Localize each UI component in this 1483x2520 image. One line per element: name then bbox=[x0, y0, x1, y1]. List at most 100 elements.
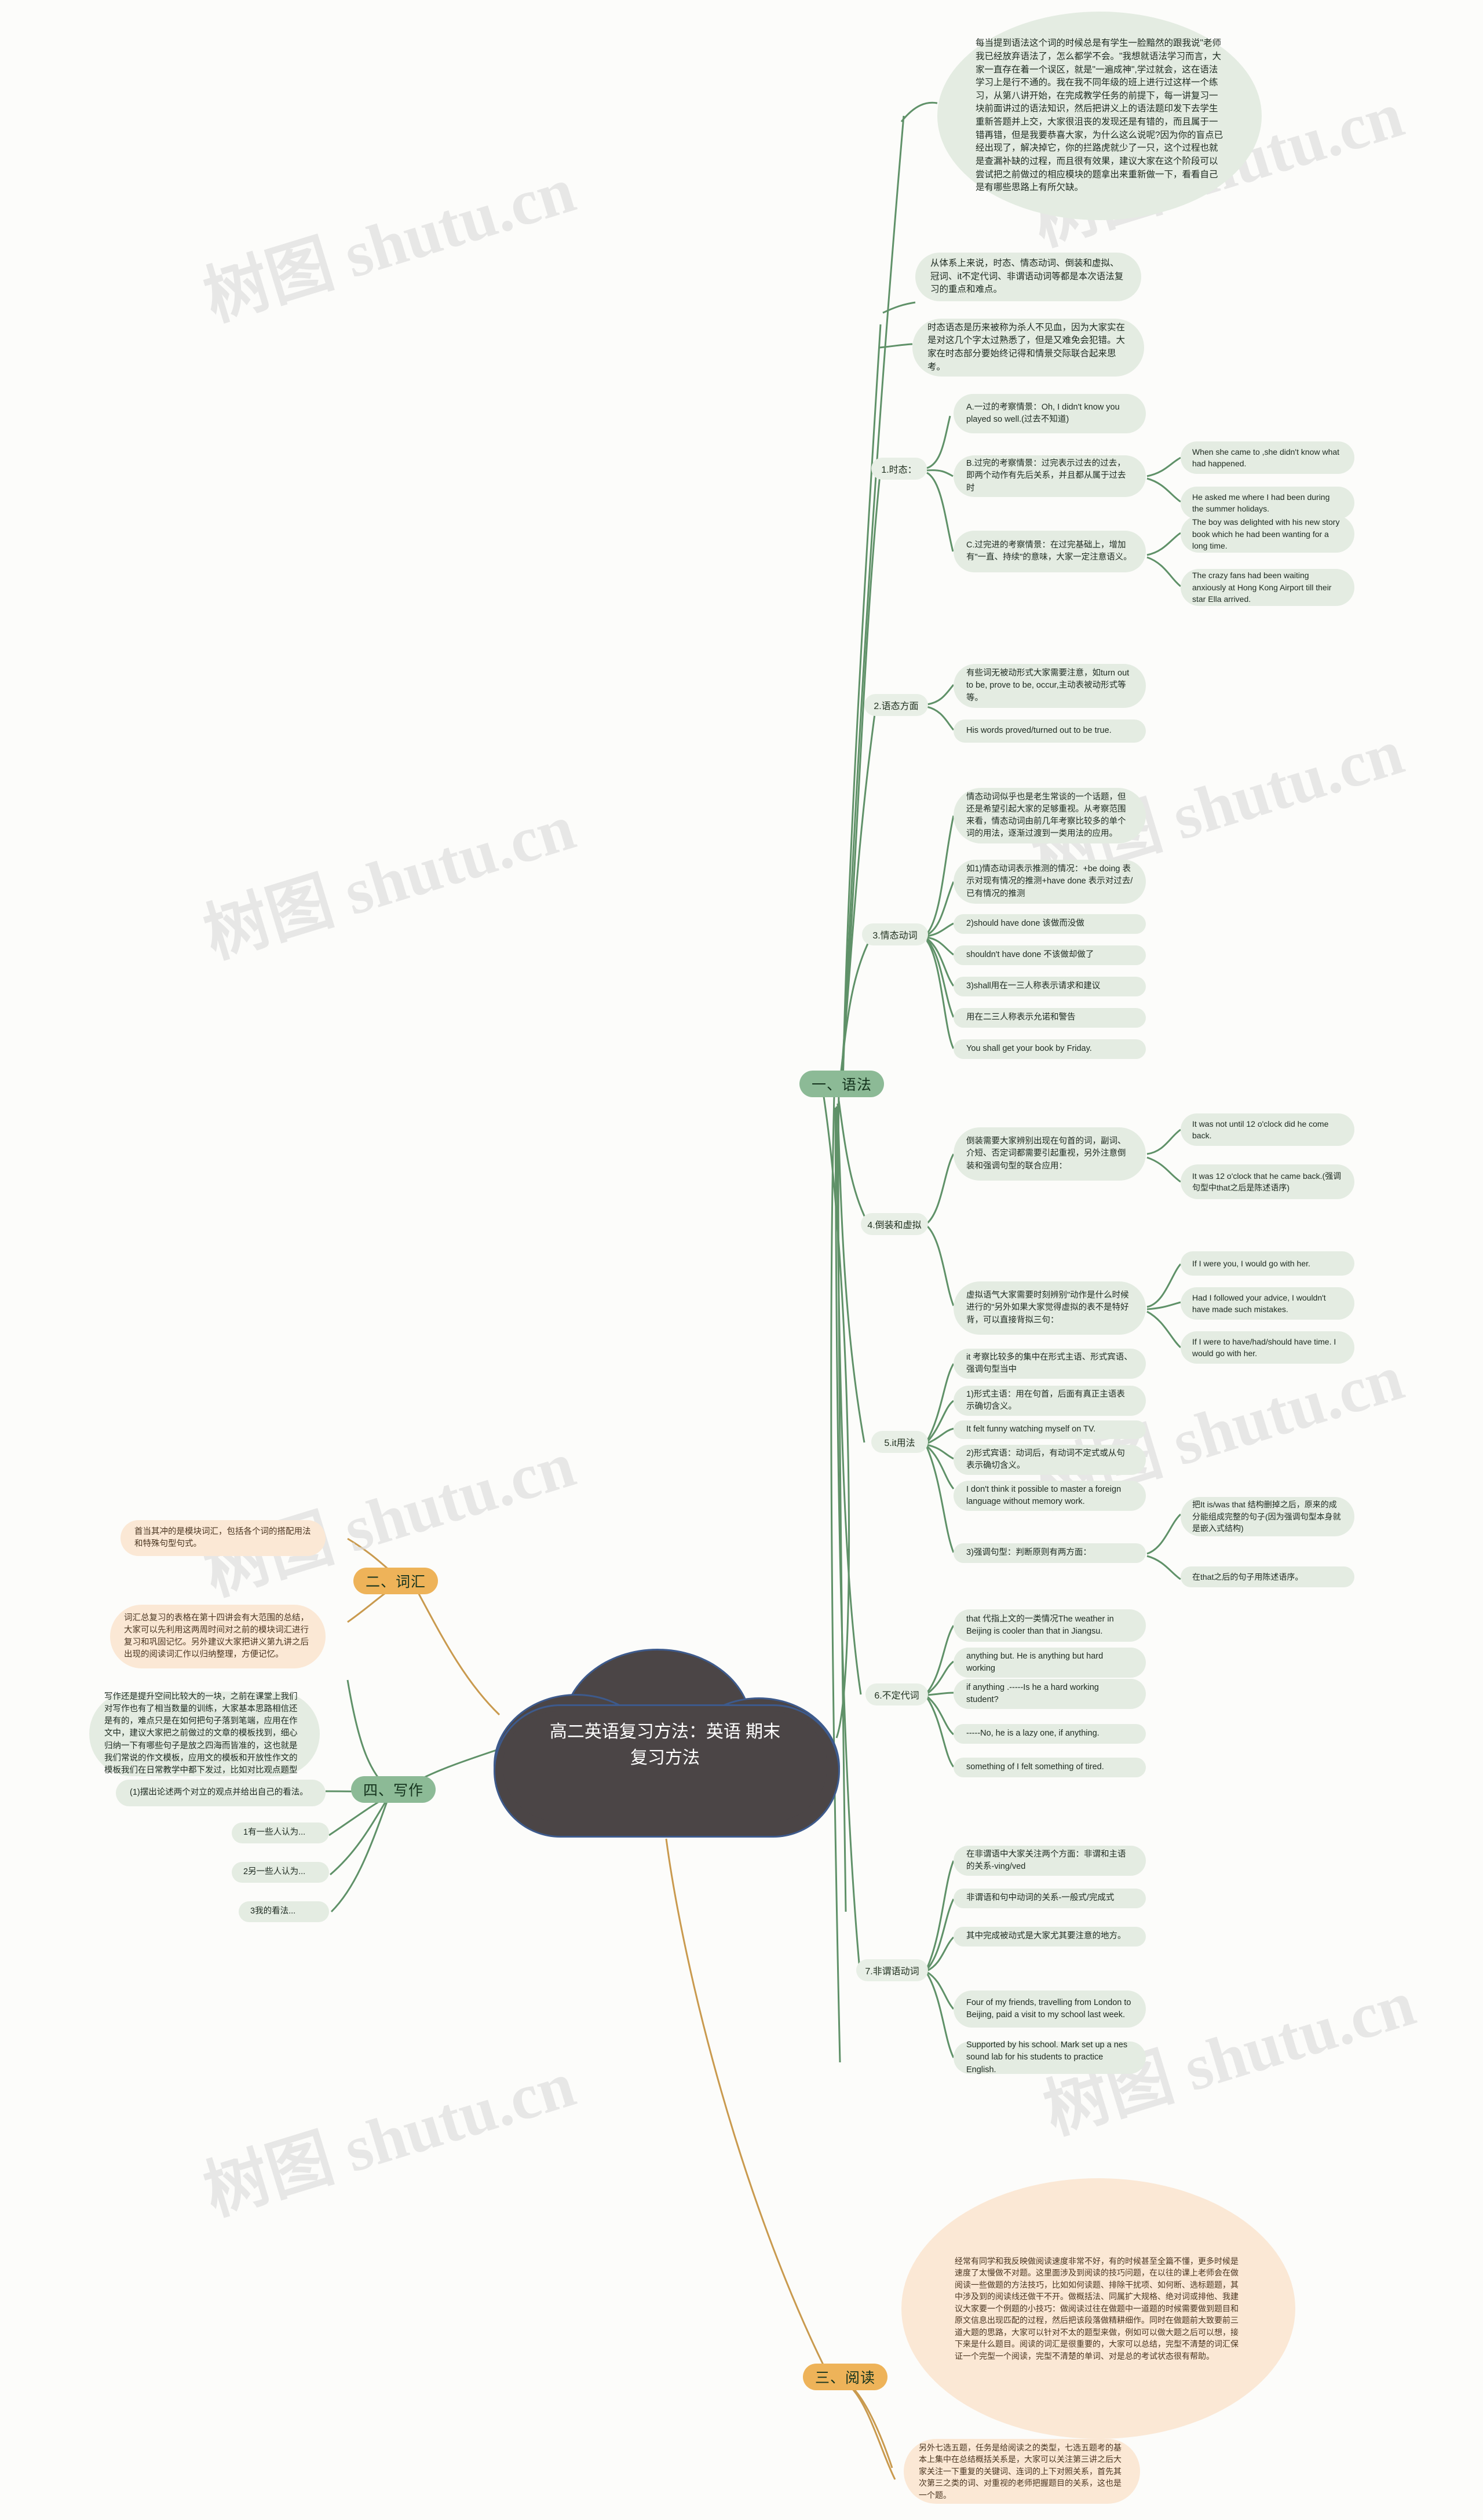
grammar-child-node[interactable]: 情态动词似乎也是老生常谈的一个话题，但还是希望引起大家的足够重视。从考察范围来看… bbox=[954, 788, 1146, 843]
grammar-child-text: It felt funny watching myself on TV. bbox=[966, 1425, 1096, 1434]
grammar-child-text: 有些词无被动形式大家需要注意，如turn out to be, prove to… bbox=[966, 669, 1130, 703]
grammar-child-node[interactable]: Four of my friends, travelling from Lond… bbox=[954, 1991, 1146, 2028]
grammar-section-hub-3[interactable]: 3.情态动词 bbox=[862, 923, 928, 945]
grammar-note2-text: 时态语态是历来被称为杀人不见血，因为大家实在是对这几个字太过熟悉了，但是又难免会… bbox=[927, 322, 1126, 372]
grammar-child-node[interactable]: 3)shall用在一三人称表示请求和建议 bbox=[954, 977, 1146, 996]
vocab-text: 首当其冲的是模块词汇，包括各个词的搭配用法和特殊句型句式。 bbox=[134, 1526, 311, 1548]
grammar-child-node[interactable]: 2)形式宾语：动词后，有动词不定式或从句表示确切含义。 bbox=[954, 1445, 1146, 1475]
grammar-child-node[interactable]: that 代指上文的一类情况The weather in Beijing is … bbox=[954, 1609, 1146, 1642]
writing-node[interactable]: 3我的看法... bbox=[239, 1901, 329, 1922]
grammar-child-text: something of I felt something of tired. bbox=[966, 1762, 1104, 1772]
grammar-section-hub-6[interactable]: 6.不定代词 bbox=[865, 1683, 928, 1705]
grammar-child-node[interactable]: A.一过的考察情景：Oh, I didn't know you played s… bbox=[954, 394, 1146, 433]
grammar-child-node[interactable]: it 考察比较多的集中在形式主语、形式宾语、强调句型当中 bbox=[954, 1349, 1146, 1379]
grammar-child-node[interactable]: I don't think it possible to master a fo… bbox=[954, 1481, 1146, 1511]
grammar-child-node[interactable]: It felt funny watching myself on TV. bbox=[954, 1420, 1146, 1439]
grammar-leaf-node[interactable]: When she came to ,she didn't know what h… bbox=[1181, 441, 1354, 474]
central-topic[interactable]: 高二英语复习方法：英语 期末复习方法 bbox=[494, 1649, 840, 1841]
grammar-child-node[interactable]: 非谓语和句中动词的关系-一般式/完成式 bbox=[954, 1889, 1146, 1908]
grammar-intro-text: 每当提到语法这个词的时候总是有学生一脸黯然的跟我说"老师我已经放弃语法了，怎么都… bbox=[976, 38, 1223, 193]
grammar-section-1-label: 1.时态： bbox=[881, 465, 917, 475]
grammar-child-node[interactable]: something of I felt something of tired. bbox=[954, 1758, 1146, 1777]
grammar-leaf-text: It was not until 12 o'clock did he come … bbox=[1192, 1119, 1329, 1140]
grammar-child-node[interactable]: His words proved/turned out to be true. bbox=[954, 720, 1146, 743]
grammar-leaf-node[interactable]: 在that之后的句子用陈述语序。 bbox=[1181, 1566, 1354, 1587]
grammar-leaf-node[interactable]: It was 12 o'clock that he came back.(强调句… bbox=[1181, 1164, 1354, 1199]
branch-reading[interactable]: 三、阅读 bbox=[803, 2364, 887, 2390]
writing-node[interactable]: (1)摆出论述两个对立的观点并给出自己的看法。 bbox=[116, 1780, 326, 1806]
vocab-node[interactable]: 词汇总复习的表格在第十四讲会有大范围的总结，大家可以先利用这两周时间对之前的模块… bbox=[110, 1605, 326, 1668]
grammar-child-node[interactable]: 用在二三人称表示允诺和警告 bbox=[954, 1008, 1146, 1028]
grammar-note2-node[interactable]: 时态语态是历来被称为杀人不见血，因为大家实在是对这几个字太过熟悉了，但是又难免会… bbox=[912, 319, 1144, 377]
vocab-text: 词汇总复习的表格在第十四讲会有大范围的总结，大家可以先利用这两周时间对之前的模块… bbox=[124, 1613, 309, 1660]
branch-writing[interactable]: 四、写作 bbox=[351, 1776, 436, 1803]
grammar-child-text: 在非谓语中大家关注两个方面：非谓和主语的关系-ving/ved bbox=[966, 1849, 1126, 1871]
writing-node[interactable]: 1有一些人认为... bbox=[232, 1823, 329, 1843]
grammar-child-node[interactable]: You shall get your book by Friday. bbox=[954, 1039, 1146, 1059]
grammar-section-hub-2[interactable]: 2.语态方面 bbox=[864, 694, 928, 716]
reading-node[interactable]: 另外七选五题，任务是给阅读之的类型，七选五题考的基本上集中在总结概括关系是，大家… bbox=[904, 2439, 1140, 2504]
grammar-child-text: I don't think it possible to master a fo… bbox=[966, 1484, 1122, 1506]
grammar-child-text: You shall get your book by Friday. bbox=[966, 1044, 1092, 1054]
grammar-leaf-node[interactable]: The crazy fans had been waiting anxiousl… bbox=[1181, 569, 1354, 606]
grammar-child-node[interactable]: 其中完成被动式是大家尤其要注意的地方。 bbox=[954, 1927, 1146, 1946]
grammar-note1-node[interactable]: 从体系上来说，时态、情态动词、倒装和虚拟、冠词、it不定代词、非谓语动词等都是本… bbox=[915, 253, 1141, 301]
grammar-child-text: 2)should have done 该做而没做 bbox=[966, 919, 1084, 929]
grammar-intro-node[interactable]: 每当提到语法这个词的时候总是有学生一脸黯然的跟我说"老师我已经放弃语法了，怎么都… bbox=[937, 12, 1262, 220]
grammar-child-node[interactable]: 倒装需要大家辨别出现在句首的词，副词、介短、否定词都需要引起重视，另外注意倒装和… bbox=[954, 1127, 1146, 1181]
grammar-child-node[interactable]: 在非谓语中大家关注两个方面：非谓和主语的关系-ving/ved bbox=[954, 1846, 1146, 1876]
grammar-child-text: 虚拟语气大家需要时刻辨别"动作是什么时候进行的"另外如果大家觉得虚拟的表不是特好… bbox=[966, 1291, 1129, 1325]
grammar-child-text: if anything .-----Is he a hard working s… bbox=[966, 1682, 1099, 1704]
grammar-leaf-text: 在that之后的句子用陈述语序。 bbox=[1192, 1572, 1303, 1582]
grammar-child-text: A.一过的考察情景：Oh, I didn't know you played s… bbox=[966, 402, 1120, 424]
grammar-child-text: that 代指上文的一类情况The weather in Beijing is … bbox=[966, 1614, 1114, 1636]
reading-main-node[interactable]: 经常有同学和我反映做阅读速度非常不好，有的时候甚至全篇不懂，更多时候是速度了太慢… bbox=[901, 2178, 1295, 2439]
writing-text: 2另一些人认为... bbox=[243, 1867, 306, 1877]
watermark: 树图 shutu.cn bbox=[196, 2048, 583, 2229]
grammar-child-node[interactable]: 如1)情态动词表示推测的情况：+be doing 表示对现有情况的推测+have… bbox=[954, 860, 1146, 904]
grammar-child-text: C.过完进的考察情景：在过完基础上，增加有"一直、持续"的意味，大家一定注意语义… bbox=[966, 540, 1132, 562]
branch-writing-label: 四、写作 bbox=[363, 1783, 423, 1799]
grammar-note1-text: 从体系上来说，时态、情态动词、倒装和虚拟、冠词、it不定代词、非谓语动词等都是本… bbox=[930, 258, 1124, 295]
grammar-section-hub-1[interactable]: 1.时态： bbox=[871, 458, 927, 480]
grammar-leaf-node[interactable]: It was not until 12 o'clock did he come … bbox=[1181, 1113, 1354, 1146]
grammar-section-hub-5[interactable]: 5.it用法 bbox=[871, 1431, 928, 1453]
grammar-child-node[interactable]: 3)强调句型：判断原则有两方面： bbox=[954, 1543, 1146, 1563]
writing-intro-node[interactable]: 写作还是提升空间比较大的一块，之前在课堂上我们对写作也有了相当数量的训练，大家基… bbox=[89, 1692, 320, 1776]
writing-node[interactable]: 2另一些人认为... bbox=[232, 1862, 329, 1883]
grammar-section-4-label: 4.倒装和虚拟 bbox=[867, 1221, 922, 1230]
grammar-child-node[interactable]: B.过完的考察情景：过完表示过去的过去，即两个动作有先后关系，并且都从属于过去时 bbox=[954, 455, 1146, 497]
grammar-child-node[interactable]: anything but. He is anything but hard wo… bbox=[954, 1648, 1146, 1678]
grammar-leaf-text: If I were to have/had/should have time. … bbox=[1192, 1336, 1336, 1358]
branch-vocab[interactable]: 二、词汇 bbox=[353, 1568, 438, 1594]
grammar-child-text: 情态动词似乎也是老生常谈的一个话题，但还是希望引起大家的足够重视。从考察范围来看… bbox=[966, 792, 1126, 839]
grammar-leaf-node[interactable]: Had I followed your advice, I wouldn't h… bbox=[1181, 1287, 1354, 1320]
grammar-child-node[interactable]: 虚拟语气大家需要时刻辨别"动作是什么时候进行的"另外如果大家觉得虚拟的表不是特好… bbox=[954, 1281, 1146, 1335]
grammar-section-hub-7[interactable]: 7.非谓语动词 bbox=[856, 1959, 928, 1981]
grammar-section-hub-4[interactable]: 4.倒装和虚拟 bbox=[861, 1213, 928, 1235]
grammar-child-node[interactable]: 有些词无被动形式大家需要注意，如turn out to be, prove to… bbox=[954, 664, 1146, 708]
grammar-leaf-text: The boy was delighted with his new story… bbox=[1192, 517, 1340, 551]
mindmap-canvas: 树图 shutu.cn 树图 shutu.cn 树图 shutu.cn 树图 s… bbox=[0, 0, 1483, 2520]
vocab-node[interactable]: 首当其冲的是模块词汇，包括各个词的搭配用法和特殊句型句式。 bbox=[120, 1520, 326, 1556]
watermark: 树图 shutu.cn bbox=[196, 791, 583, 972]
grammar-child-node[interactable]: shouldn't have done 不该做却做了 bbox=[954, 945, 1146, 965]
grammar-child-node[interactable]: C.过完进的考察情景：在过完基础上，增加有"一直、持续"的意味，大家一定注意语义… bbox=[954, 531, 1146, 572]
grammar-child-node[interactable]: 1)形式主语：用在句首，后面有真正主语表示确切含义。 bbox=[954, 1386, 1146, 1416]
grammar-child-text: His words proved/turned out to be true. bbox=[966, 726, 1112, 736]
grammar-child-node[interactable]: Supported by his school. Mark set up a n… bbox=[954, 2040, 1146, 2075]
grammar-leaf-text: When she came to ,she didn't know what h… bbox=[1192, 447, 1340, 468]
grammar-child-node[interactable]: 2)should have done 该做而没做 bbox=[954, 914, 1146, 934]
grammar-leaf-node[interactable]: If I were to have/had/should have time. … bbox=[1181, 1331, 1354, 1364]
grammar-child-text: 其中完成被动式是大家尤其要注意的地方。 bbox=[966, 1931, 1126, 1941]
branch-grammar[interactable]: 一、语法 bbox=[799, 1071, 884, 1097]
grammar-child-text: anything but. He is anything but hard wo… bbox=[966, 1651, 1104, 1673]
grammar-child-node[interactable]: if anything .-----Is he a hard working s… bbox=[954, 1679, 1146, 1709]
branch-vocab-label: 二、词汇 bbox=[365, 1574, 426, 1590]
grammar-leaf-text: The crazy fans had been waiting anxiousl… bbox=[1192, 571, 1332, 604]
grammar-child-node[interactable]: -----No, he is a lazy one, if anything. bbox=[954, 1724, 1146, 1744]
grammar-leaf-node[interactable]: 把It is/was that 结构删掉之后，原来的成分能组成完整的句子(因为强… bbox=[1181, 1497, 1354, 1536]
grammar-leaf-node[interactable]: He asked me where I had been during the … bbox=[1181, 487, 1354, 519]
grammar-leaf-node[interactable]: The boy was delighted with his new story… bbox=[1181, 516, 1354, 553]
grammar-leaf-node[interactable]: If I were you, I would go with her. bbox=[1181, 1251, 1354, 1276]
